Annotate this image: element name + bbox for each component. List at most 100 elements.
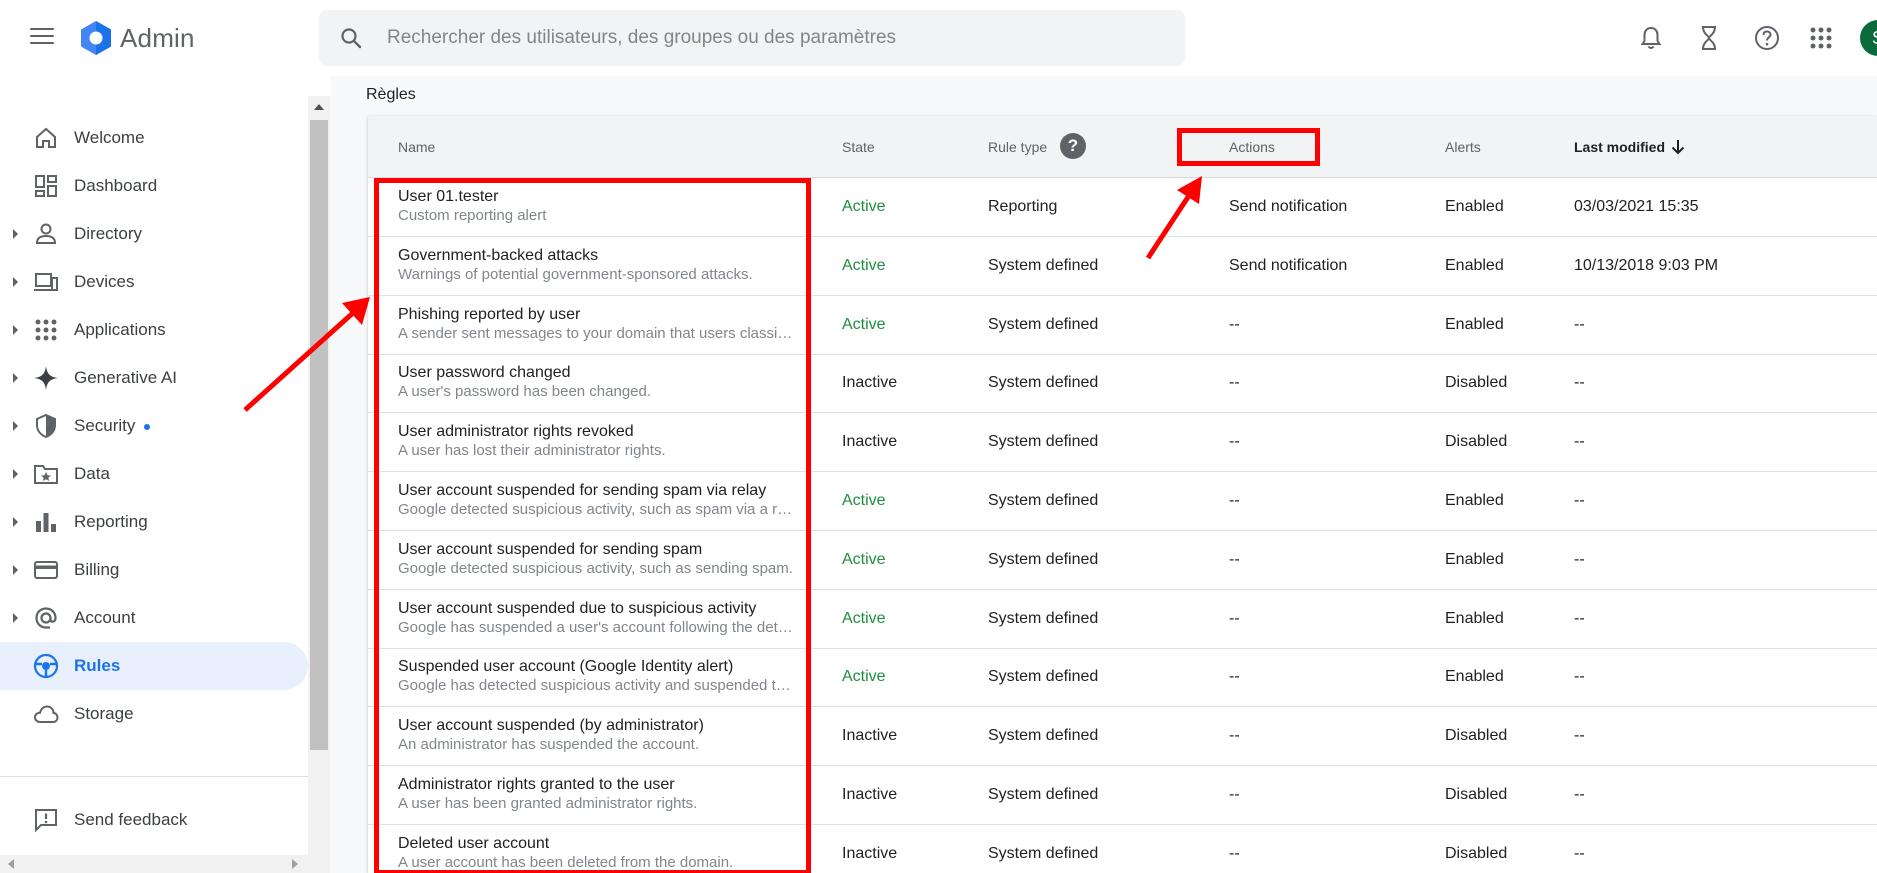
sidebar-item-label: Data <box>74 464 110 483</box>
column-header-name[interactable]: Name <box>398 116 435 178</box>
rule-last-modified: -- <box>1574 315 1585 333</box>
sidebar-item-label: Security <box>74 416 151 436</box>
rule-type: System defined <box>988 668 1099 686</box>
rule-actions: Send notification <box>1229 198 1348 215</box>
menu-icon[interactable] <box>30 28 54 48</box>
rule-state: Inactive <box>842 786 898 803</box>
rule-last-modified: -- <box>1574 492 1585 509</box>
top-app-bar: Admin S <box>0 0 1877 76</box>
caret-right-icon <box>13 421 18 431</box>
sidebar-item-account[interactable]: Account <box>0 594 308 642</box>
apps-grid-icon[interactable] <box>1806 23 1836 53</box>
sidebar-item-directory[interactable]: Directory <box>0 210 308 258</box>
rule-type: System defined <box>988 786 1099 803</box>
sidebar-item-devices[interactable]: Devices <box>0 258 308 306</box>
sidebar-item-rules[interactable]: Rules <box>0 642 308 690</box>
send-feedback-button[interactable]: Send feedback <box>0 796 308 844</box>
sidebar-item-label: Reporting <box>74 512 148 531</box>
rule-alerts: Disabled <box>1445 844 1508 862</box>
account-avatar[interactable]: S <box>1860 20 1877 56</box>
sidebar-item-dashboard[interactable]: Dashboard <box>0 162 308 210</box>
rule-type-help-icon[interactable]: ? <box>1060 133 1086 159</box>
rule-type: System defined <box>988 256 1099 274</box>
rule-actions: -- <box>1229 609 1240 627</box>
rule-state: Inactive <box>842 727 898 745</box>
sidebar-item-applications[interactable]: Applications <box>0 306 308 354</box>
column-header-alerts[interactable]: Alerts <box>1445 116 1481 178</box>
caret-right-icon <box>13 277 18 287</box>
rule-state: Active <box>842 609 886 627</box>
sidebar-item-label: Applications <box>74 320 166 339</box>
search-input[interactable] <box>387 10 1157 66</box>
rule-actions: -- <box>1229 844 1240 862</box>
caret-right-icon <box>13 613 18 623</box>
sidebar-item-billing[interactable]: Billing <box>0 546 308 594</box>
rule-last-modified: -- <box>1574 668 1585 686</box>
rule-alerts: Enabled <box>1445 198 1504 215</box>
sidebar-item-label: Devices <box>74 272 135 291</box>
rule-actions: -- <box>1229 492 1240 509</box>
rule-alerts: Enabled <box>1445 492 1504 509</box>
rule-alerts: Enabled <box>1445 315 1504 333</box>
sidebar-scrollbar[interactable] <box>308 96 330 873</box>
help-icon[interactable] <box>1752 23 1782 53</box>
rule-alerts: Disabled <box>1445 786 1508 803</box>
page-title: Règles <box>366 86 416 103</box>
column-header-state[interactable]: State <box>842 116 875 178</box>
bell-icon[interactable] <box>1636 23 1666 53</box>
rule-alerts: Enabled <box>1445 550 1504 568</box>
sidebar-item-label: Directory <box>74 224 143 243</box>
highlight-box-actions-header <box>1177 128 1320 166</box>
rule-actions: Send notification <box>1229 256 1348 274</box>
rule-actions: -- <box>1229 433 1240 451</box>
rule-last-modified: 10/13/2018 9:03 PM <box>1574 256 1719 274</box>
rule-last-modified: -- <box>1574 374 1585 392</box>
arrow-down-icon[interactable] <box>1668 137 1688 157</box>
table-header: Name State Rule type ? Actions Alerts La… <box>368 116 1877 178</box>
sidebar-item-label: Billing <box>74 560 120 579</box>
caret-right-icon <box>13 229 18 239</box>
rule-state: Active <box>842 550 886 568</box>
feedback-icon <box>35 809 57 833</box>
rule-last-modified: -- <box>1574 550 1585 568</box>
scroll-left-arrow-icon[interactable] <box>8 859 14 869</box>
rule-type: System defined <box>988 374 1099 392</box>
folder-star-icon <box>34 465 58 484</box>
caret-right-icon <box>13 517 18 527</box>
sidebar-item-security[interactable]: Security <box>0 402 308 450</box>
rule-alerts: Enabled <box>1445 256 1504 274</box>
bar-chart-icon <box>36 513 56 532</box>
rule-type: System defined <box>988 550 1099 568</box>
sidebar-item-reporting[interactable]: Reporting <box>0 498 308 546</box>
admin-logo[interactable]: Admin <box>78 20 195 56</box>
caret-right-icon <box>13 565 18 575</box>
rule-actions: -- <box>1229 727 1240 745</box>
cloud-icon <box>33 705 59 723</box>
sidebar-nav: Welcome Dashboard Directory Devices Appl… <box>0 96 308 873</box>
sidebar-item-storage[interactable]: Storage <box>0 690 308 738</box>
hourglass-icon[interactable] <box>1694 23 1724 53</box>
dashboard-icon <box>35 175 57 197</box>
caret-right-icon <box>13 469 18 479</box>
caret-right-icon <box>13 373 18 383</box>
sidebar-item-label: Welcome <box>74 128 145 147</box>
scrollbar-thumb[interactable] <box>310 120 328 750</box>
scroll-right-arrow-icon[interactable] <box>292 859 298 869</box>
rule-alerts: Enabled <box>1445 668 1504 686</box>
sidebar-item-label: Dashboard <box>74 176 158 195</box>
rule-type: System defined <box>988 433 1099 451</box>
sidebar-item-data[interactable]: Data <box>0 450 308 498</box>
column-header-last-modified[interactable]: Last modified <box>1574 116 1665 178</box>
rule-type: System defined <box>988 844 1099 862</box>
rule-type: System defined <box>988 609 1099 627</box>
rule-state: Active <box>842 198 886 215</box>
rule-type: System defined <box>988 727 1099 745</box>
sidebar-item-welcome[interactable]: Welcome <box>0 114 308 162</box>
sidebar-item-label: Storage <box>74 704 134 723</box>
column-header-rule-type[interactable]: Rule type <box>988 116 1047 178</box>
security-label-text: Security <box>74 416 136 435</box>
search-bar[interactable] <box>319 10 1185 66</box>
horizontal-scrollbar[interactable] <box>0 855 308 873</box>
sidebar-item-generative-ai[interactable]: Generative AI <box>0 354 308 402</box>
scroll-up-arrow-icon[interactable] <box>314 104 324 110</box>
